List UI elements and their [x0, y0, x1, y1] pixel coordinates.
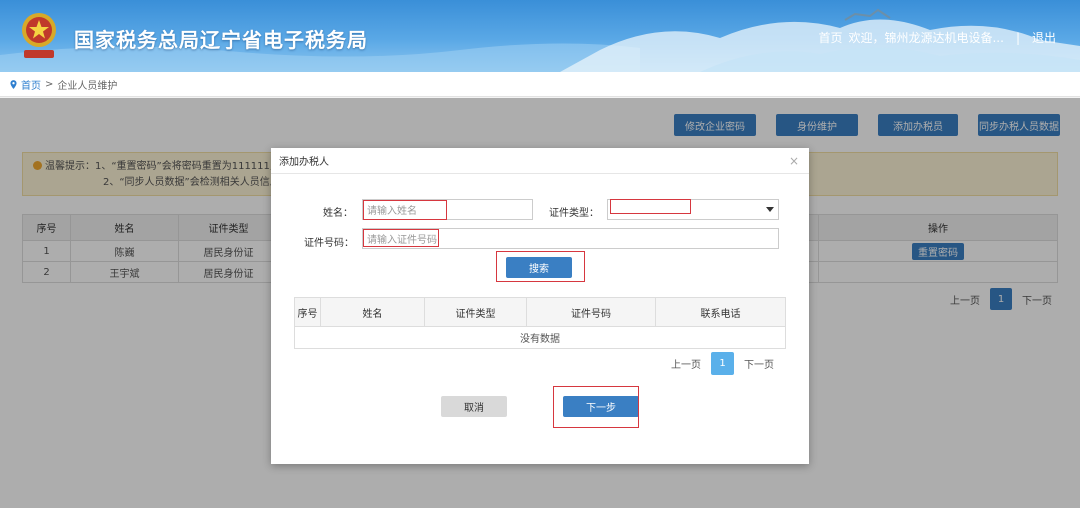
breadcrumb-separator: >	[45, 78, 54, 90]
highlight-box-id-number	[363, 229, 439, 247]
empty-message: 没有数据	[294, 326, 786, 349]
chevron-down-icon	[766, 207, 774, 212]
cancel-button[interactable]: 取消	[441, 396, 507, 417]
site-header: 国家税务总局辽宁省电子税务局 首页 欢迎，锦州龙源达机电设备... | 退出	[0, 0, 1080, 72]
footer-bar	[0, 508, 1080, 523]
id-number-label: 证件号码：	[304, 238, 354, 249]
id-type-label: 证件类型：	[549, 208, 599, 219]
site-title: 国家税务总局辽宁省电子税务局	[74, 28, 368, 52]
name-label: 姓名：	[323, 208, 353, 219]
modal-header: 添加办税人 ×	[271, 148, 809, 174]
top-nav: 首页 欢迎，锦州龙源达机电设备... | 退出	[818, 29, 1056, 46]
col-name: 姓名	[320, 297, 425, 327]
breadcrumb-current: 企业人员维护	[57, 80, 118, 92]
col-no: 序号	[294, 297, 321, 327]
modal-title: 添加办税人	[279, 157, 329, 168]
add-taxpayer-modal: 添加办税人 × 姓名： 请输入姓名 证件类型： 证件号码： 请输入证件号码 搜索…	[271, 148, 809, 464]
prev-page-button[interactable]: 上一页	[671, 356, 701, 371]
next-page-button[interactable]: 下一页	[744, 356, 774, 371]
current-page-button[interactable]: 1	[711, 352, 734, 375]
tax-emblem-logo	[22, 13, 56, 58]
close-icon[interactable]: ×	[789, 154, 799, 168]
modal-pager: 上一页 1 下一页	[671, 352, 774, 375]
col-id-number: 证件号码	[526, 297, 656, 327]
highlight-box-next-step	[553, 386, 639, 428]
col-phone: 联系电话	[655, 297, 786, 327]
location-pin-icon	[10, 79, 17, 89]
breadcrumb-home-link[interactable]: 首页	[21, 77, 41, 92]
empty-row: 没有数据	[294, 326, 786, 349]
col-id-type: 证件类型	[424, 297, 527, 327]
nav-separator: |	[1015, 30, 1020, 45]
highlight-box-name	[363, 200, 447, 220]
nav-home-link[interactable]: 首页	[818, 29, 842, 46]
search-results-table: 序号 姓名 证件类型 证件号码 联系电话 没有数据	[294, 297, 786, 349]
logout-link[interactable]: 退出	[1032, 29, 1056, 46]
welcome-text: 欢迎，锦州龙源达机电设备...	[848, 31, 1004, 45]
highlight-box-id-type	[610, 199, 691, 214]
table-header-row: 序号 姓名 证件类型 证件号码 联系电话	[294, 297, 786, 327]
breadcrumb: 首页 > 企业人员维护	[0, 72, 1080, 97]
highlight-box-search	[496, 251, 585, 282]
